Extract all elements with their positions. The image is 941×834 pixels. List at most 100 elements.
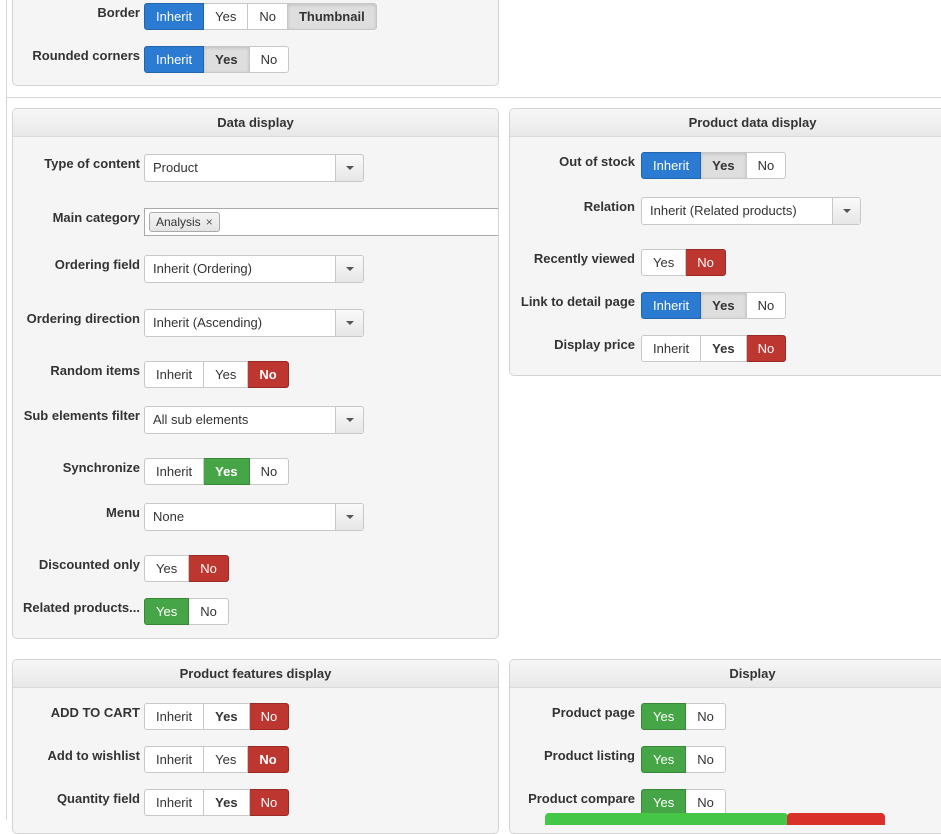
synchronize-toggle: Inherit Yes No	[144, 458, 290, 485]
synchronize-no-button[interactable]: No	[249, 458, 290, 485]
related-products-label: Related products...	[22, 600, 140, 615]
random-inherit-button[interactable]: Inherit	[144, 361, 205, 388]
border-inherit-button[interactable]: Inherit	[144, 3, 205, 30]
chevron-down-icon[interactable]	[335, 407, 363, 433]
product-features-display-panel: Product features display ADD TO CART Inh…	[12, 659, 499, 834]
product-data-display-title: Product data display	[510, 109, 941, 137]
related-no-button[interactable]: No	[189, 598, 229, 625]
random-yes-button[interactable]: Yes	[204, 361, 249, 388]
product-listing-no-button[interactable]: No	[686, 746, 726, 773]
border-thumbnail-button[interactable]: Thumbnail	[287, 3, 377, 30]
sub-elements-filter-label: Sub elements filter	[23, 408, 140, 423]
remove-tag-icon[interactable]: ×	[206, 215, 213, 229]
data-display-title: Data display	[13, 109, 498, 137]
menu-select[interactable]: None	[144, 503, 364, 531]
quantity-field-toggle: Inherit Yes No	[144, 789, 290, 816]
main-category-tag-input[interactable]: Analysis ×	[144, 208, 498, 236]
border-yes-button[interactable]: Yes	[204, 3, 249, 30]
add-to-cart-label: ADD TO CART	[50, 705, 140, 720]
product-listing-row: Product listing Yes No	[510, 746, 941, 774]
price-inherit-button[interactable]: Inherit	[641, 335, 702, 362]
cart-yes-button[interactable]: Yes	[204, 703, 250, 730]
link-no-button[interactable]: No	[746, 292, 787, 319]
link-to-detail-toggle: Inherit Yes No	[641, 292, 787, 319]
discounted-yes-button[interactable]: Yes	[144, 555, 190, 582]
relation-value: Inherit (Related products)	[650, 203, 797, 218]
out-of-stock-yes-button[interactable]: Yes	[701, 152, 747, 179]
ordering-field-value: Inherit (Ordering)	[153, 261, 252, 276]
product-page-toggle: Yes No	[641, 703, 726, 730]
discounted-no-button[interactable]: No	[189, 555, 229, 582]
type-of-content-label: Type of content	[44, 156, 140, 171]
link-yes-button[interactable]: Yes	[701, 292, 747, 319]
ordering-field-row: Ordering field Inherit (Ordering)	[13, 255, 498, 283]
out-of-stock-no-button[interactable]: No	[746, 152, 787, 179]
quantity-inherit-button[interactable]: Inherit	[144, 789, 205, 816]
quantity-field-row: Quantity field Inherit Yes No	[13, 789, 498, 817]
add-to-wishlist-label: Add to wishlist	[47, 748, 140, 763]
recently-viewed-toggle: Yes No	[641, 249, 726, 276]
wishlist-inherit-button[interactable]: Inherit	[144, 746, 205, 773]
out-of-stock-inherit-button[interactable]: Inherit	[641, 152, 702, 179]
recently-no-button[interactable]: No	[686, 249, 726, 276]
related-yes-button[interactable]: Yes	[144, 598, 190, 625]
chevron-down-icon[interactable]	[335, 256, 363, 282]
wishlist-yes-button[interactable]: Yes	[204, 746, 249, 773]
chevron-down-icon[interactable]	[335, 310, 363, 336]
quantity-no-button[interactable]: No	[249, 789, 290, 816]
chevron-down-icon[interactable]	[335, 155, 363, 181]
product-compare-yes-button[interactable]: Yes	[641, 789, 687, 816]
relation-label: Relation	[583, 199, 635, 214]
quantity-yes-button[interactable]: Yes	[204, 789, 250, 816]
product-page-label: Product page	[551, 705, 635, 720]
rounded-no-button[interactable]: No	[249, 46, 290, 73]
sub-elements-filter-select[interactable]: All sub elements	[144, 406, 364, 434]
rounded-corners-label: Rounded corners	[32, 48, 140, 63]
price-yes-button[interactable]: Yes	[701, 335, 747, 362]
main-category-label: Main category	[52, 210, 140, 225]
ordering-field-label: Ordering field	[54, 257, 140, 272]
link-inherit-button[interactable]: Inherit	[641, 292, 702, 319]
recently-yes-button[interactable]: Yes	[641, 249, 687, 276]
top-settings-panel: Border Inherit Yes No Thumbnail Rounded …	[12, 0, 499, 86]
link-to-detail-row: Link to detail page Inherit Yes No	[510, 292, 941, 320]
ordering-field-select[interactable]: Inherit (Ordering)	[144, 255, 364, 283]
ordering-direction-select[interactable]: Inherit (Ascending)	[144, 309, 364, 337]
random-no-button[interactable]: No	[248, 361, 289, 388]
add-to-wishlist-row: Add to wishlist Inherit Yes No	[13, 746, 498, 774]
relation-select[interactable]: Inherit (Related products)	[641, 197, 861, 225]
cart-no-button[interactable]: No	[249, 703, 290, 730]
menu-row: Menu None	[13, 503, 498, 531]
synchronize-inherit-button[interactable]: Inherit	[144, 458, 205, 485]
add-to-wishlist-toggle: Inherit Yes No	[144, 746, 289, 773]
recently-viewed-row: Recently viewed Yes No	[510, 249, 941, 277]
product-listing-label: Product listing	[544, 748, 635, 763]
display-title: Display	[510, 660, 941, 688]
section-divider-line	[6, 97, 941, 98]
product-page-no-button[interactable]: No	[686, 703, 726, 730]
add-to-cart-row: ADD TO CART Inherit Yes No	[13, 703, 498, 731]
rounded-inherit-button[interactable]: Inherit	[144, 46, 205, 73]
discounted-only-toggle: Yes No	[144, 555, 229, 582]
display-panel: Display Product page Yes No Product list…	[509, 659, 941, 834]
error-notification-bar[interactable]	[787, 813, 885, 825]
category-tag-label: Analysis	[156, 215, 201, 229]
synchronize-yes-button[interactable]: Yes	[204, 458, 250, 485]
border-no-button[interactable]: No	[248, 3, 288, 30]
cart-inherit-button[interactable]: Inherit	[144, 703, 205, 730]
price-no-button[interactable]: No	[746, 335, 787, 362]
ordering-direction-label: Ordering direction	[26, 311, 140, 326]
wishlist-no-button[interactable]: No	[248, 746, 289, 773]
type-of-content-value: Product	[153, 160, 198, 175]
synchronize-label: Synchronize	[62, 460, 140, 475]
product-compare-no-button[interactable]: No	[686, 789, 726, 816]
type-of-content-select[interactable]: Product	[144, 154, 364, 182]
product-page-yes-button[interactable]: Yes	[641, 703, 687, 730]
link-to-detail-label: Link to detail page	[520, 294, 635, 309]
product-listing-yes-button[interactable]: Yes	[641, 746, 687, 773]
success-notification-bar[interactable]	[545, 813, 788, 825]
rounded-yes-button[interactable]: Yes	[204, 46, 250, 73]
chevron-down-icon[interactable]	[832, 198, 860, 224]
border-label: Border	[97, 5, 140, 20]
chevron-down-icon[interactable]	[335, 504, 363, 530]
